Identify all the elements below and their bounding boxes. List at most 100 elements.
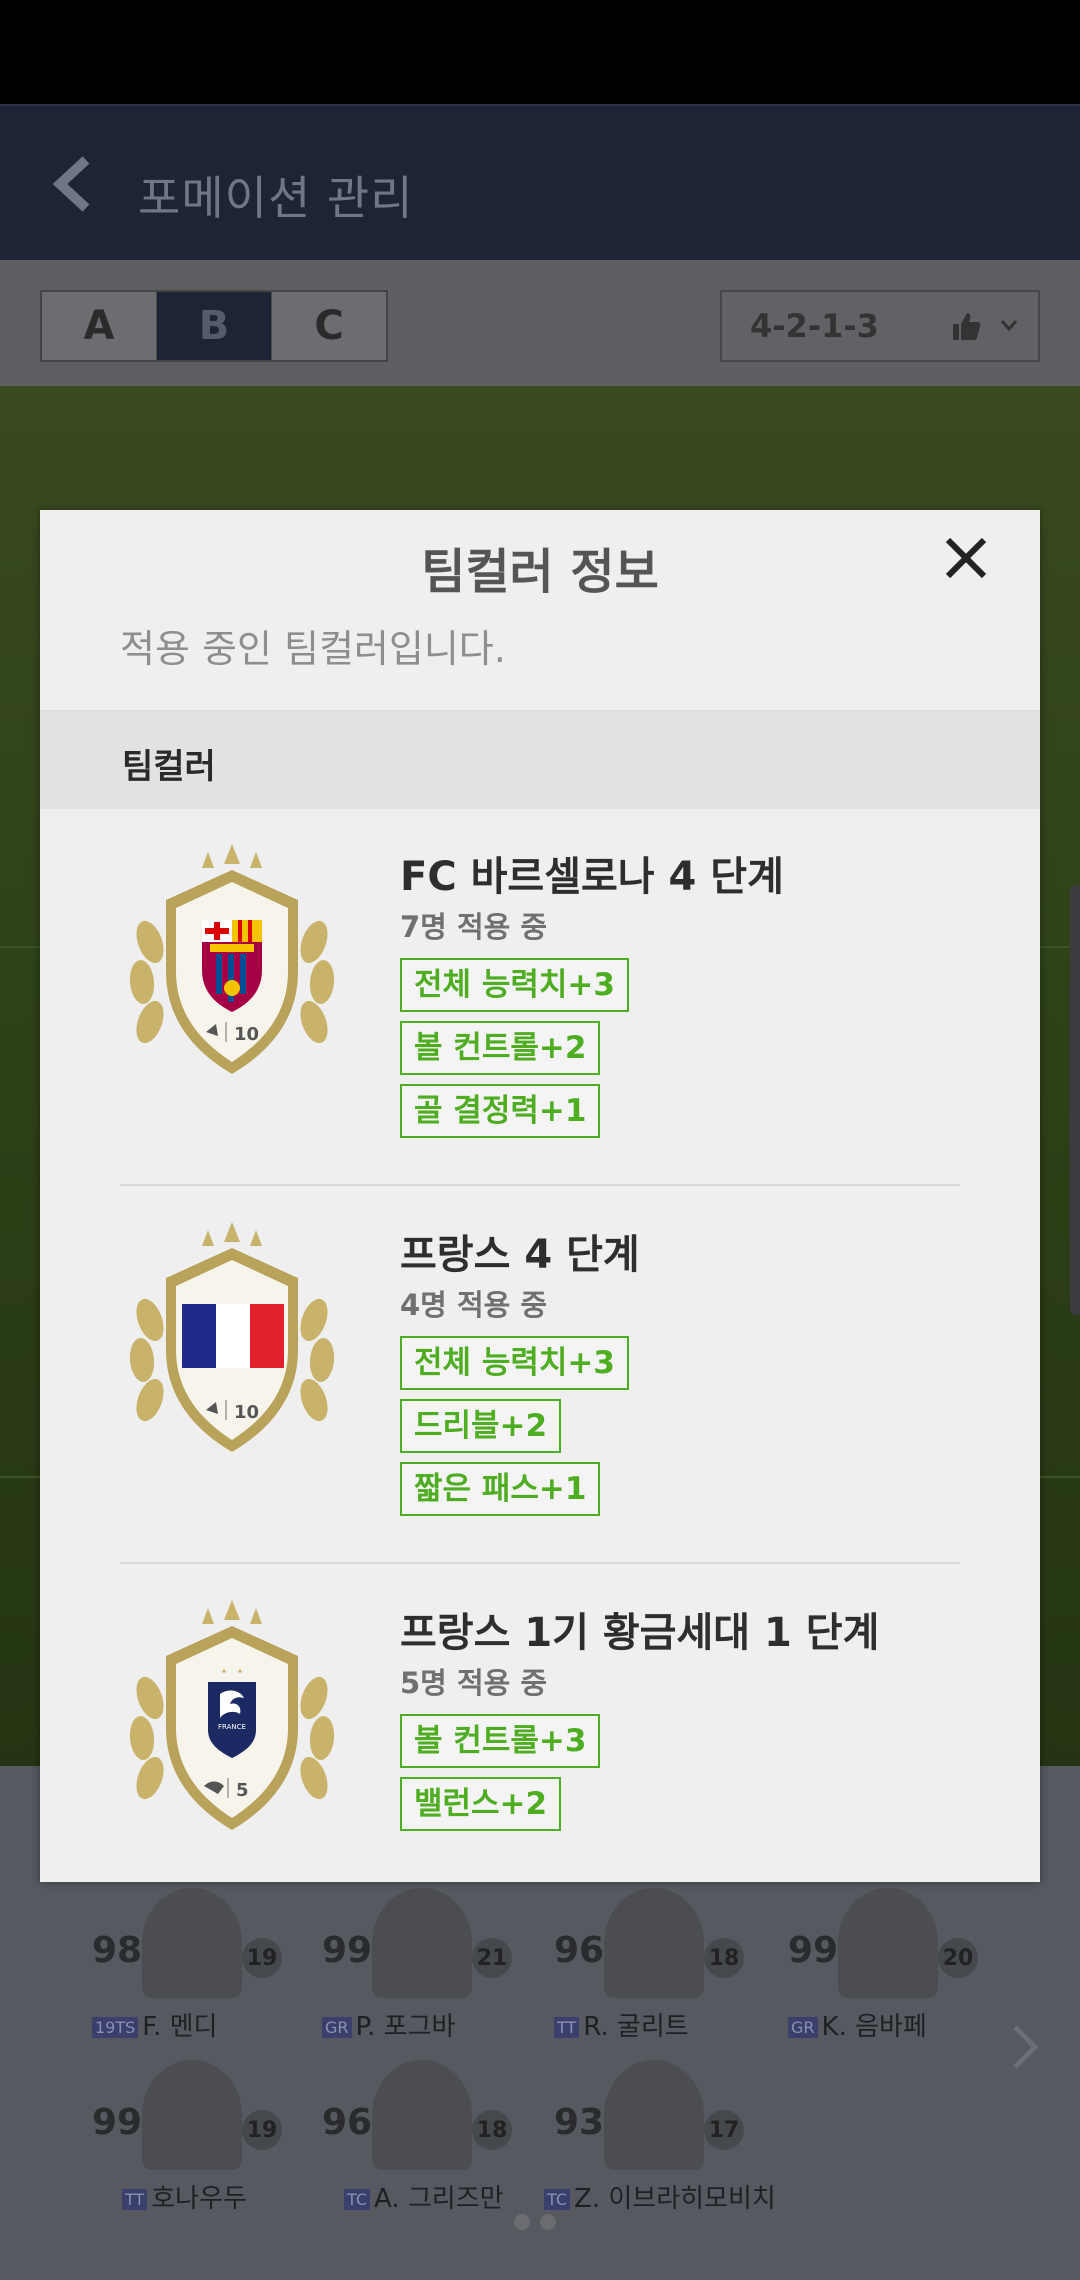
bonus-tag: 드리블+2 [400, 1399, 562, 1453]
bench-player[interactable]: 98 19 19TS F. 멘디 [92, 1888, 312, 2042]
modal-subtitle: 적용 중인 팀컬러입니다. [120, 627, 506, 671]
team-color-item: FRANCE 5 프랑스 1기 황금세대 1 단계 5명 적용 중 볼 컨트롤+… [40, 1564, 1040, 1882]
page-indicator [514, 2214, 556, 2230]
bonus-tag: 볼 컨트롤+3 [400, 1714, 601, 1768]
player-rating: 93 [554, 2102, 605, 2143]
player-rating: 96 [554, 1930, 605, 1971]
player-number: 19 [242, 1938, 282, 1978]
bench-player[interactable]: 99 21 GR P. 포그바 [322, 1888, 542, 2042]
season-badge: TC [544, 2189, 571, 2210]
player-name-text: Z. 이브라히모비치 [574, 2184, 776, 2214]
player-name-text: F. 멘디 [142, 2012, 218, 2042]
team-color-name: 프랑스 1기 황금세대 1 단계 [400, 1610, 880, 1656]
france-fff-crest-icon: FRANCE 5 [129, 1600, 335, 1830]
season-badge: TC [344, 2189, 371, 2210]
player-name-text: R. 굴리트 [583, 2012, 689, 2042]
page-dot [540, 2214, 556, 2230]
player-photo [372, 1888, 472, 1998]
back-arrow-icon[interactable] [48, 154, 98, 214]
modal-title: 팀컬러 정보 [421, 544, 659, 600]
bonus-tag: 전체 능력치+3 [400, 1336, 629, 1390]
formation-select[interactable]: 4-2-1-3 [720, 290, 1040, 362]
next-page-icon[interactable] [1010, 2022, 1040, 2072]
bonus-tag: 밸런스+2 [400, 1777, 562, 1831]
player-photo [604, 2060, 704, 2170]
thumbs-up-icon [953, 313, 981, 340]
app-bar: 포메이션 관리 [0, 104, 1080, 260]
player-number: 19 [242, 2110, 282, 2150]
chem-level: 10 [234, 1024, 259, 1045]
crest-text: FRANCE [218, 1723, 246, 1731]
season-badge: GR [322, 2017, 352, 2038]
player-name-text: 호나우두 [151, 2184, 247, 2214]
season-badge: TT [122, 2189, 148, 2210]
player-number: 20 [938, 1938, 978, 1978]
player-photo [838, 1888, 938, 1998]
player-rating: 99 [322, 1930, 373, 1971]
bonus-list: 전체 능력치+3 드리블+2 짧은 패스+1 [400, 1336, 629, 1525]
applied-count: 4명 적용 중 [400, 1288, 548, 1322]
season-badge: TT [554, 2017, 580, 2038]
season-badge: GR [788, 2017, 818, 2038]
player-name: GR K. 음바페 [788, 2006, 1008, 2043]
player-rating: 99 [92, 2102, 143, 2143]
season-badge: 19TS [92, 2017, 139, 2038]
player-name-text: A. 그리즈만 [374, 2184, 504, 2214]
chem-level: 5 [236, 1780, 249, 1801]
player-name: TC A. 그리즈만 [344, 2178, 564, 2215]
status-bar [0, 0, 1080, 104]
player-name: 19TS F. 멘디 [92, 2006, 312, 2043]
player-photo [142, 1888, 242, 1998]
france-flag-icon: 10 [129, 1222, 335, 1452]
player-rating: 99 [788, 1930, 839, 1971]
player-number: 18 [472, 2110, 512, 2150]
team-color-name: 프랑스 4 단계 [400, 1232, 640, 1278]
bonus-list: 전체 능력치+3 볼 컨트롤+2 골 결정력+1 [400, 958, 629, 1147]
page-dot [514, 2214, 530, 2230]
player-number: 18 [704, 1938, 744, 1978]
bench-player[interactable]: 93 17 TC Z. 이브라히모비치 [544, 2060, 776, 2214]
tab-c[interactable]: C [272, 292, 386, 360]
bench-player[interactable]: 96 18 TC A. 그리즈만 [322, 2060, 542, 2214]
close-icon[interactable] [936, 528, 996, 588]
player-number: 21 [472, 1938, 512, 1978]
formation-toolbar: A B C 4-2-1-3 [0, 260, 1080, 386]
team-color-item: 10 프랑스 4 단계 4명 적용 중 전체 능력치+3 드리블+2 짧은 패스… [40, 1186, 1040, 1564]
side-drawer-handle[interactable] [1070, 885, 1080, 1315]
team-color-item: 10 FC 바르셀로나 4 단계 7명 적용 중 전체 능력치+3 볼 컨트롤+… [40, 808, 1040, 1186]
tab-a[interactable]: A [42, 292, 157, 360]
player-name: TT R. 굴리트 [554, 2006, 774, 2043]
tab-b[interactable]: B [157, 292, 272, 360]
section-header: 팀컬러 [40, 710, 1040, 809]
bench-player[interactable]: 99 19 TT 호나우두 [92, 2060, 312, 2214]
player-name-text: K. 음바페 [821, 2012, 927, 2042]
player-name: TC Z. 이브라히모비치 [544, 2178, 844, 2215]
bench-player[interactable]: 96 18 TT R. 굴리트 [554, 1888, 774, 2042]
bonus-tag: 볼 컨트롤+2 [400, 1021, 601, 1075]
player-photo [604, 1888, 704, 1998]
player-name: TT 호나우두 [122, 2178, 342, 2215]
player-rating: 98 [92, 1930, 143, 1971]
chem-level: 10 [234, 1402, 259, 1423]
bonus-list: 볼 컨트롤+3 밸런스+2 [400, 1714, 601, 1840]
bench-player[interactable]: 99 20 GR K. 음바페 [788, 1888, 1008, 2042]
applied-count: 7명 적용 중 [400, 910, 548, 944]
applied-count: 5명 적용 중 [400, 1666, 548, 1700]
section-title: 팀컬러 [122, 747, 216, 787]
player-name-text: P. 포그바 [355, 2012, 456, 2042]
formation-label: 4-2-1-3 [750, 307, 879, 345]
formation-tabs: A B C [40, 290, 388, 362]
bonus-tag: 골 결정력+1 [400, 1084, 601, 1138]
bonus-tag: 전체 능력치+3 [400, 958, 629, 1012]
bonus-tag: 짧은 패스+1 [400, 1462, 601, 1516]
player-number: 17 [704, 2110, 744, 2150]
player-rating: 96 [322, 2102, 373, 2143]
team-color-name: FC 바르셀로나 4 단계 [400, 854, 784, 900]
player-photo [372, 2060, 472, 2170]
player-name: GR P. 포그바 [322, 2006, 542, 2043]
page-title: 포메이션 관리 [138, 171, 414, 225]
chevron-down-icon [1000, 320, 1018, 332]
team-color-modal: 팀컬러 정보 적용 중인 팀컬러입니다. 팀컬러 10 FC 바르셀로나 4 단… [40, 510, 1040, 1882]
fc-barcelona-crest-icon: 10 [129, 844, 335, 1074]
player-photo [142, 2060, 242, 2170]
